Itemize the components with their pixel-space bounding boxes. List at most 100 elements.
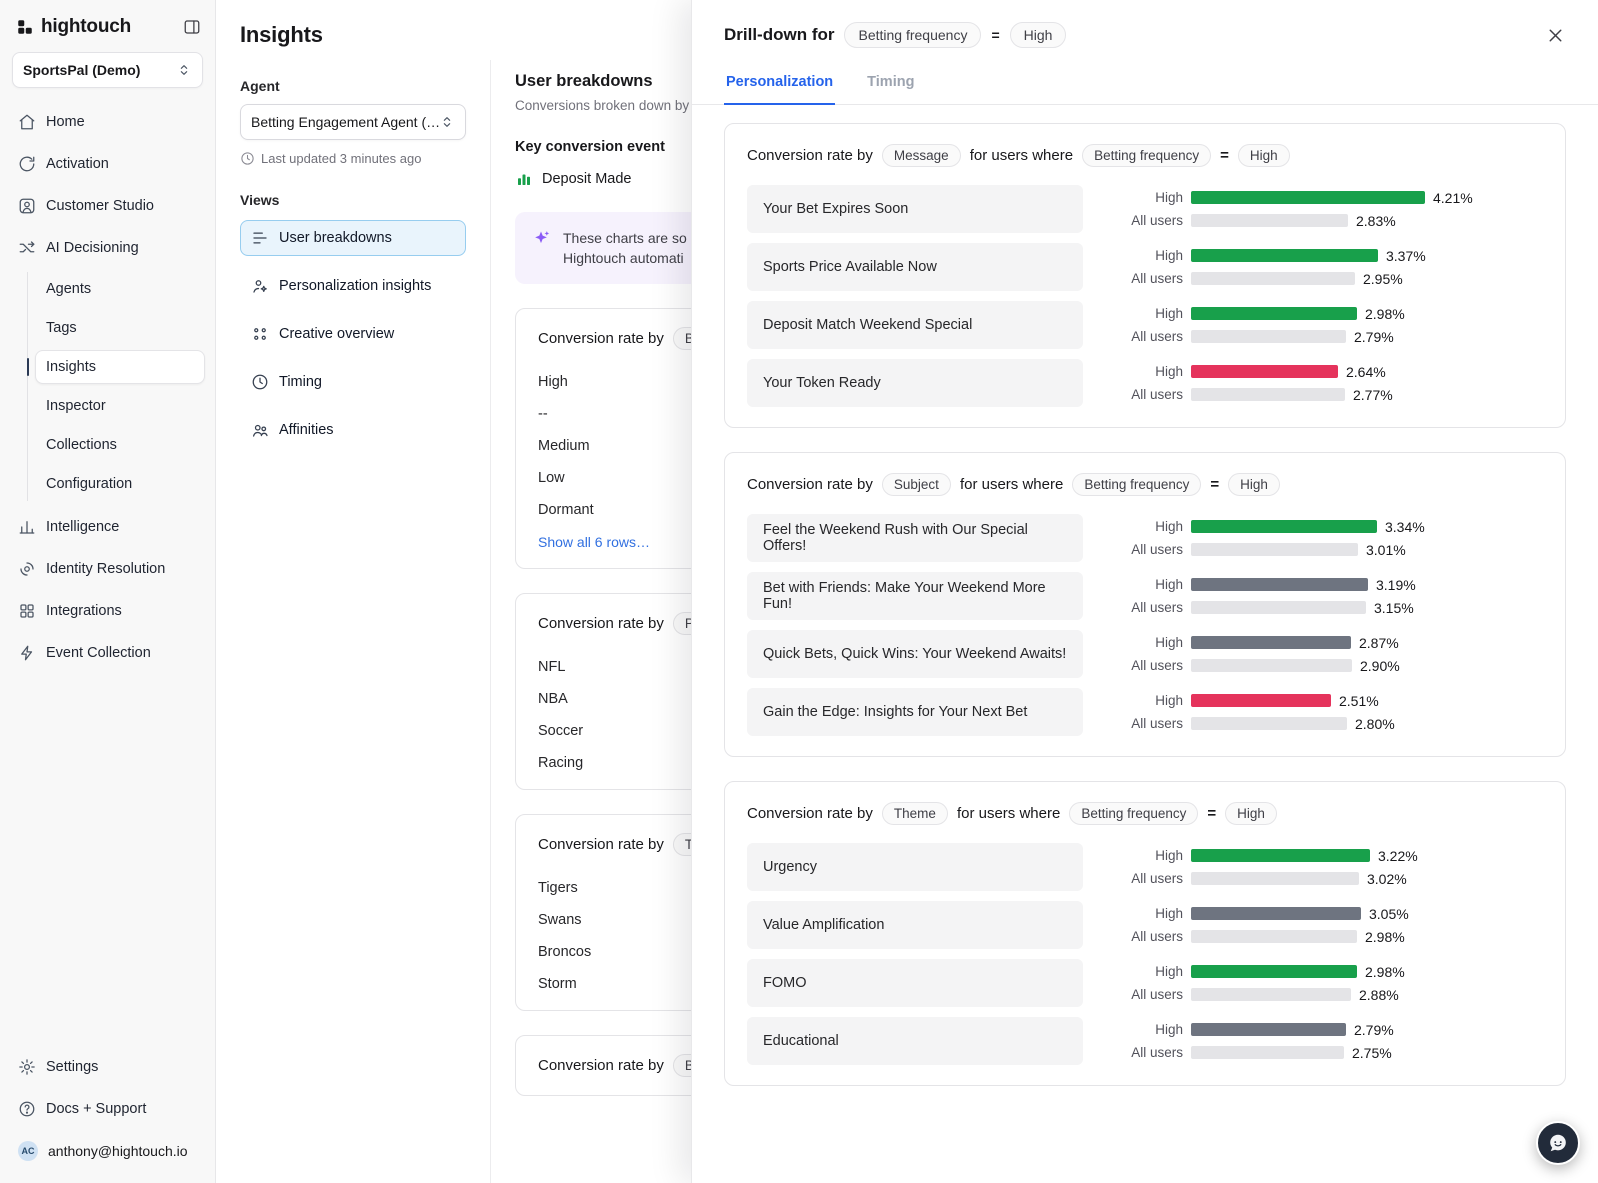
sidebar-item-label: AI Decisioning: [46, 240, 139, 256]
filter-pill[interactable]: Betting frequency: [1072, 473, 1201, 496]
view-item-creative-overview[interactable]: Creative overview: [240, 316, 466, 352]
sidebar-item-inspector[interactable]: Inspector: [35, 389, 205, 423]
high-bar-line: High3.34%: [1121, 519, 1543, 535]
metric-row: Bet with Friends: Make Your Weekend More…: [747, 572, 1543, 620]
panel-collapse-icon[interactable]: [183, 18, 201, 36]
bar-series-label: High: [1121, 1022, 1183, 1037]
high-bar: [1191, 520, 1377, 533]
card-header-middle: for users where: [960, 476, 1063, 493]
bar-series-label: High: [1121, 964, 1183, 979]
metric-bars: High2.98%All users2.88%: [1121, 964, 1543, 1003]
bar-value: 4.21%: [1433, 190, 1473, 206]
ai-decisioning-icon: [18, 239, 36, 257]
last-updated-text: Last updated 3 minutes ago: [261, 151, 421, 166]
sidebar-item-docs-support[interactable]: Docs + Support: [10, 1091, 205, 1127]
chevron-updown-icon: [176, 62, 192, 78]
sidebar-item-event-collection[interactable]: Event Collection: [10, 635, 205, 671]
bar-value: 3.05%: [1369, 906, 1409, 922]
high-bar: [1191, 249, 1378, 262]
sidebar-item-customer-studio[interactable]: Customer Studio: [10, 188, 205, 224]
view-item-label: Timing: [279, 374, 322, 390]
all-users-bar: [1191, 214, 1348, 227]
avatar: AC: [18, 1141, 38, 1161]
sidebar-item-ai-decisioning[interactable]: AI Decisioning: [10, 230, 205, 266]
sidebar-item-collections[interactable]: Collections: [35, 428, 205, 462]
card-header-middle: for users where: [957, 805, 1060, 822]
drilldown-rows: UrgencyHigh3.22%All users3.02%Value Ampl…: [747, 843, 1543, 1065]
drilldown-rows: Your Bet Expires SoonHigh4.21%All users2…: [747, 185, 1543, 407]
value-pill[interactable]: High: [1238, 144, 1290, 167]
bar-value: 3.02%: [1367, 871, 1407, 887]
bar-value: 3.22%: [1378, 848, 1418, 864]
last-updated: Last updated 3 minutes ago: [240, 151, 466, 166]
sidebar-item-home[interactable]: Home: [10, 104, 205, 140]
bar-series-label: High: [1121, 848, 1183, 863]
filter-pill[interactable]: Betting frequency: [1069, 802, 1198, 825]
sidebar-item-activation[interactable]: Activation: [10, 146, 205, 182]
bar-series-label: High: [1121, 635, 1183, 650]
bar-value: 2.95%: [1363, 271, 1403, 287]
bar-value: 2.51%: [1339, 693, 1379, 709]
drawer-value-pill[interactable]: High: [1010, 22, 1067, 48]
all-users-bar-line: All users2.80%: [1121, 716, 1543, 732]
personalization-icon: [251, 277, 269, 295]
show-all-rows-link[interactable]: Show all 6 rows…: [538, 534, 650, 550]
high-bar-line: High2.64%: [1121, 364, 1543, 380]
workspace-selector[interactable]: SportsPal (Demo): [12, 52, 203, 88]
sidebar-item-intelligence[interactable]: Intelligence: [10, 509, 205, 545]
sidebar-item-settings[interactable]: Settings: [10, 1049, 205, 1085]
metric-row: UrgencyHigh3.22%All users3.02%: [747, 843, 1543, 891]
high-bar: [1191, 191, 1425, 204]
event-collection-icon: [18, 644, 36, 662]
tab-timing[interactable]: Timing: [865, 68, 916, 104]
sidebar-item-label: Configuration: [46, 476, 132, 492]
high-bar-line: High3.37%: [1121, 248, 1543, 264]
filter-pill[interactable]: Betting frequency: [1082, 144, 1211, 167]
sidebar-item-label: Integrations: [46, 603, 122, 619]
sidebar-item-integrations[interactable]: Integrations: [10, 593, 205, 629]
view-item-user-breakdowns[interactable]: User breakdowns: [240, 220, 466, 256]
key-event-value: Deposit Made: [542, 171, 631, 187]
tab-personalization[interactable]: Personalization: [724, 68, 835, 105]
card-header-prefix: Conversion rate by: [538, 615, 664, 632]
card-header-prefix: Conversion rate by: [538, 330, 664, 347]
dimension-pill[interactable]: Subject: [882, 473, 951, 496]
bar-series-label: All users: [1121, 987, 1183, 1002]
drawer-header: Drill-down for Betting frequency = High …: [692, 0, 1598, 105]
view-item-personalization-insights[interactable]: Personalization insights: [240, 268, 466, 304]
close-icon[interactable]: [1545, 25, 1566, 46]
all-users-bar: [1191, 988, 1351, 1001]
user-account[interactable]: ACanthony@hightouch.io: [10, 1133, 205, 1169]
chat-launcher[interactable]: [1536, 1121, 1580, 1165]
value-pill[interactable]: High: [1225, 802, 1277, 825]
sidebar-item-label: Insights: [46, 359, 96, 375]
drawer-tabs: Personalization Timing: [724, 68, 1566, 104]
sidebar-item-insights[interactable]: Insights: [35, 350, 205, 384]
sidebar-item-tags[interactable]: Tags: [35, 311, 205, 345]
dimension-pill[interactable]: Theme: [882, 802, 948, 825]
metric-row-label: Urgency: [747, 843, 1083, 891]
sidebar-item-label: Intelligence: [46, 519, 119, 535]
bar-series-label: All users: [1121, 600, 1183, 615]
drilldown-card-header: Conversion rate byMessagefor users where…: [747, 144, 1543, 167]
ai-callout-line2: Hightouch automati: [563, 248, 687, 268]
sidebar-item-label: Identity Resolution: [46, 561, 165, 577]
metric-row-label: FOMO: [747, 959, 1083, 1007]
agent-select[interactable]: Betting Engagement Agent (…: [240, 104, 466, 140]
all-users-bar: [1191, 601, 1366, 614]
dimension-pill[interactable]: Message: [882, 144, 961, 167]
sidebar-item-identity-resolution[interactable]: Identity Resolution: [10, 551, 205, 587]
all-users-bar: [1191, 1046, 1344, 1059]
sidebar-item-agents[interactable]: Agents: [35, 272, 205, 306]
high-bar: [1191, 578, 1368, 591]
bar-series-label: All users: [1121, 1045, 1183, 1060]
sidebar-item-configuration[interactable]: Configuration: [35, 467, 205, 501]
drawer-filter-pill[interactable]: Betting frequency: [844, 22, 981, 48]
view-item-timing[interactable]: Timing: [240, 364, 466, 400]
ai-callout-text: These charts are so Hightouch automati: [563, 228, 687, 268]
card-header-prefix: Conversion rate by: [538, 1057, 664, 1074]
metric-bars: High2.51%All users2.80%: [1121, 693, 1543, 732]
metric-bars: High2.79%All users2.75%: [1121, 1022, 1543, 1061]
view-item-affinities[interactable]: Affinities: [240, 412, 466, 448]
value-pill[interactable]: High: [1228, 473, 1280, 496]
